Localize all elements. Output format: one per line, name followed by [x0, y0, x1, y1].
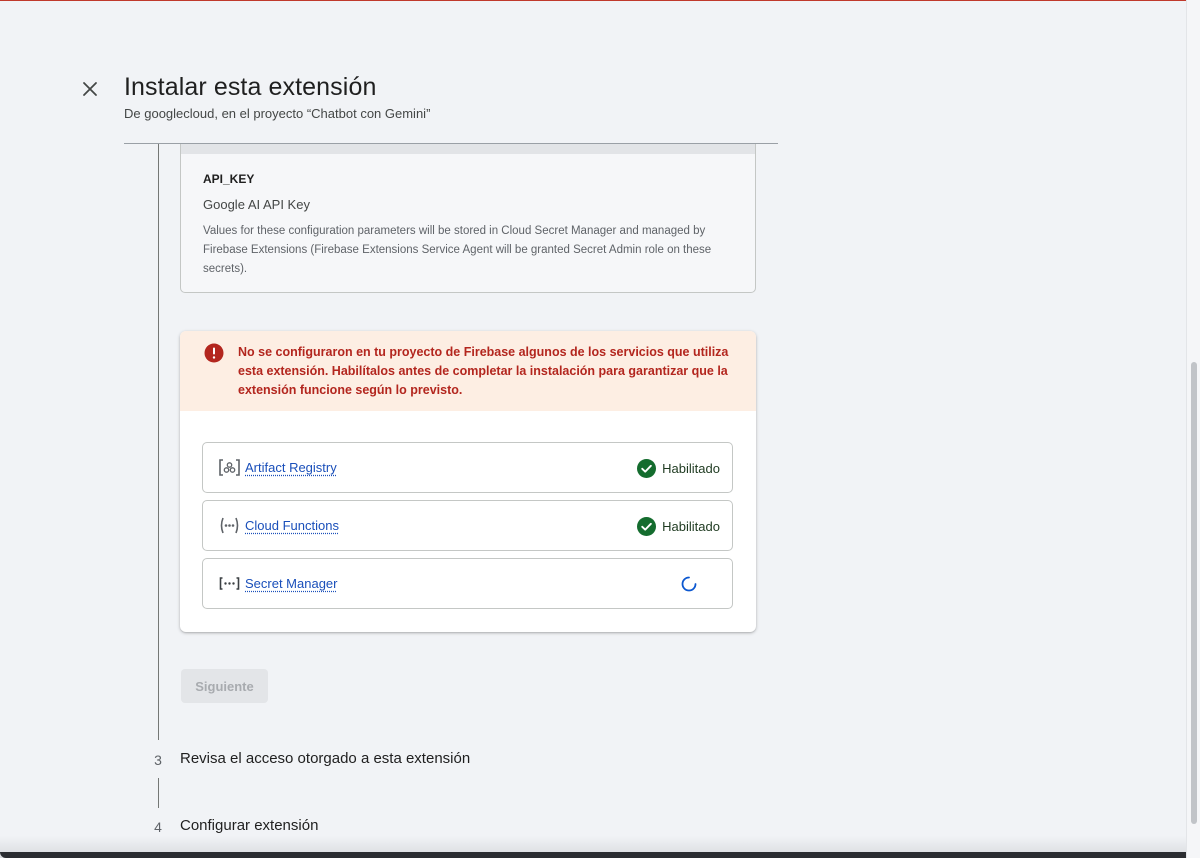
secret-parameter-card: API_KEY Google AI API Key Values for the… [180, 144, 756, 293]
scrollbar-thumb[interactable] [1191, 362, 1197, 824]
services-warning-card: No se configuraron en tu proyecto de Fir… [180, 331, 756, 632]
page-subtitle: De googlecloud, en el proyecto “Chatbot … [124, 106, 431, 121]
service-status-artifact-registry: Habilitado [637, 458, 720, 478]
step-title-configure-extension[interactable]: Configurar extensión [180, 817, 318, 834]
warning-banner: No se configuraron en tu proyecto de Fir… [180, 331, 756, 411]
status-label: Habilitado [662, 460, 720, 476]
secret-key: API_KEY [203, 172, 255, 186]
cloud-functions-icon [218, 516, 241, 535]
service-row-artifact-registry: Artifact Registry Habilitado [202, 442, 733, 493]
loading-spinner-icon [680, 575, 698, 593]
service-link-artifact-registry[interactable]: Artifact Registry [245, 460, 337, 475]
close-button[interactable] [80, 79, 100, 99]
service-status-cloud-functions: Habilitado [637, 516, 720, 536]
service-link-secret-manager[interactable]: Secret Manager [245, 576, 338, 591]
stepper-line [158, 144, 159, 740]
window-top-edge [0, 0, 1200, 1]
status-label: Habilitado [662, 518, 720, 534]
service-row-cloud-functions: Cloud Functions Habilitado [202, 500, 733, 551]
check-circle-icon [637, 458, 657, 478]
stepper-line [158, 778, 159, 808]
artifact-registry-icon [218, 458, 241, 477]
error-icon [204, 343, 224, 363]
window-bottom-edge [0, 852, 1186, 858]
step-title-review-access[interactable]: Revisa el acceso otorgado a esta extensi… [180, 750, 470, 767]
secret-description: Values for these configuration parameter… [203, 225, 712, 275]
service-link-cloud-functions[interactable]: Cloud Functions [245, 518, 339, 533]
close-icon [83, 82, 97, 96]
service-row-secret-manager: Secret Manager [202, 558, 733, 609]
step-number: 4 [154, 819, 162, 835]
card-top-strip [181, 144, 755, 154]
warning-text: No se configuraron en tu proyecto de Fir… [238, 345, 729, 397]
step-number: 3 [154, 752, 162, 768]
secret-manager-icon [218, 574, 241, 593]
page-title: Instalar esta extensión [124, 73, 377, 101]
check-circle-icon [637, 516, 657, 536]
next-button[interactable]: Siguiente [181, 669, 268, 703]
secret-label: Google AI API Key [203, 197, 310, 212]
